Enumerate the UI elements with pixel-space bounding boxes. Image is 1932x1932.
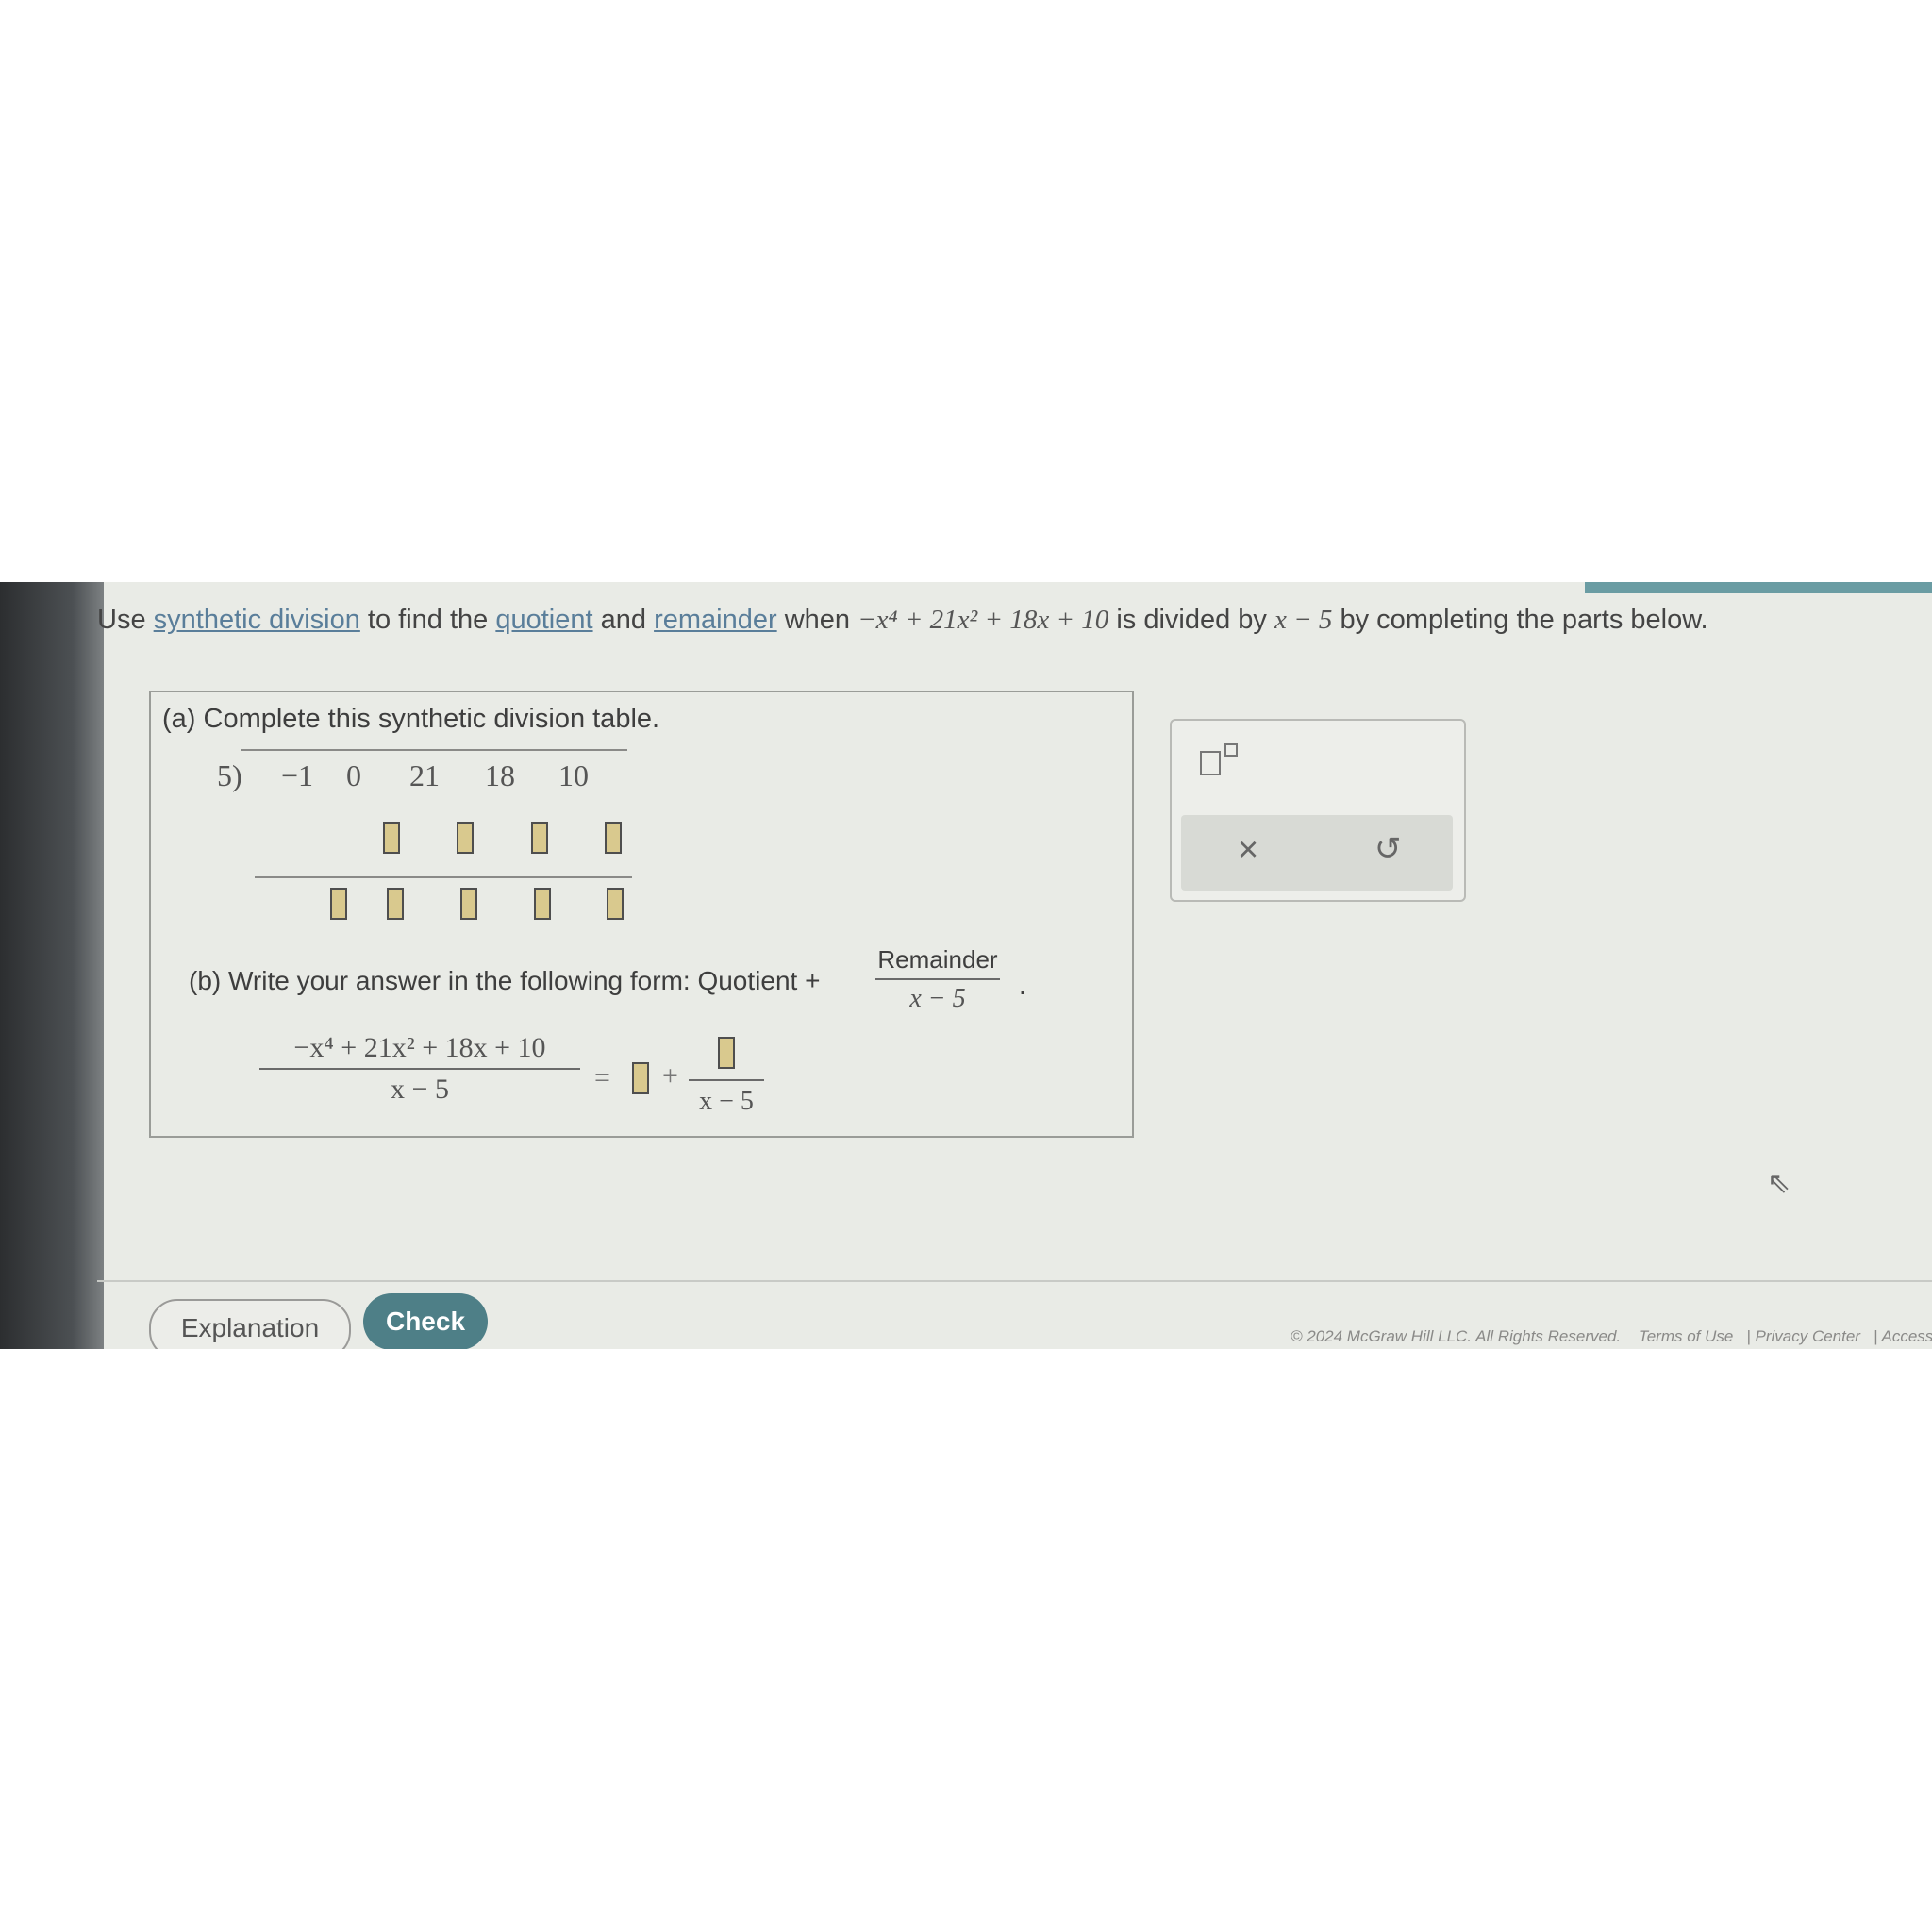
part-a-title: (a) Complete this synthetic division tab… <box>162 704 660 734</box>
question-mid4: is divided by <box>1116 605 1267 635</box>
coefficient-1: −1 <box>280 758 314 792</box>
math-toolbar: × ↺ <box>1170 719 1466 902</box>
equation-numerator: −x⁴ + 21x² + 18x + 10 <box>293 1032 546 1063</box>
question-text: Use synthetic division to find the quoti… <box>97 605 1708 636</box>
privacy-link[interactable]: Privacy Center <box>1755 1327 1859 1345</box>
synthetic-divisor: 5) <box>217 758 242 792</box>
equals-sign: = <box>594 1062 610 1093</box>
synthetic-division-link[interactable]: synthetic division <box>154 605 360 635</box>
result-input-1[interactable] <box>330 888 347 920</box>
form-fraction: Remainder x − 5 <box>875 945 1000 1014</box>
copyright-text: © 2024 McGraw Hill LLC. All Rights Reser… <box>1291 1327 1622 1345</box>
answer-panel: (a) Complete this synthetic division tab… <box>149 691 1134 1138</box>
footer-links: © 2024 McGraw Hill LLC. All Rights Reser… <box>1291 1327 1932 1345</box>
product-input-1[interactable] <box>383 822 400 854</box>
undo-icon[interactable]: ↺ <box>1374 830 1402 868</box>
table-top-line <box>241 749 627 751</box>
remainder-input[interactable] <box>718 1037 735 1069</box>
result-input-3[interactable] <box>460 888 477 920</box>
form-denominator: x − 5 <box>909 984 966 1013</box>
question-mid3: when <box>784 605 851 635</box>
clear-icon[interactable]: × <box>1238 830 1258 871</box>
table-result-line <box>255 876 632 878</box>
remainder-link[interactable]: remainder <box>654 605 777 635</box>
question-mid1: to find the <box>367 605 489 635</box>
polynomial: −x⁴ + 21x² + 18x + 10 <box>858 605 1109 635</box>
question-mid2: and <box>600 605 647 635</box>
form-period: . <box>1019 971 1026 1000</box>
question-prefix: Use <box>97 605 146 635</box>
product-input-2[interactable] <box>457 822 474 854</box>
accessibility-link[interactable]: Access <box>1881 1327 1932 1345</box>
coefficient-5: 10 <box>558 758 589 792</box>
equation-fraction: −x⁴ + 21x² + 18x + 10 x − 5 <box>259 1032 580 1106</box>
terms-link[interactable]: Terms of Use <box>1639 1327 1733 1345</box>
result-input-5[interactable] <box>607 888 624 920</box>
question-sheet: Use synthetic division to find the quoti… <box>8 582 1932 1349</box>
remainder-fraction-bar <box>689 1079 764 1081</box>
form-fraction-bar <box>875 978 1000 980</box>
result-input-4[interactable] <box>534 888 551 920</box>
equation-denominator: x − 5 <box>391 1074 449 1105</box>
explanation-button[interactable]: Explanation <box>149 1299 351 1349</box>
form-numerator: Remainder <box>877 945 998 974</box>
check-button[interactable]: Check <box>363 1293 488 1349</box>
coefficient-2: 0 <box>346 758 361 792</box>
equation-fraction-bar <box>259 1068 580 1070</box>
mouse-cursor-icon: ⇖ <box>1767 1168 1791 1199</box>
question-suffix: by completing the parts below. <box>1340 605 1708 635</box>
toolbar-actions: × ↺ <box>1181 815 1453 891</box>
product-input-3[interactable] <box>531 822 548 854</box>
remainder-fraction: x − 5 <box>689 1037 764 1117</box>
plus-sign: + <box>662 1060 678 1091</box>
quotient-link[interactable]: quotient <box>495 605 592 635</box>
screen: Use synthetic division to find the quoti… <box>0 582 1932 1349</box>
exponent-superscript-icon <box>1224 743 1238 757</box>
quotient-input[interactable] <box>632 1062 649 1094</box>
footer-divider <box>97 1280 1932 1282</box>
divisor-expression: x − 5 <box>1274 605 1333 635</box>
result-input-2[interactable] <box>387 888 404 920</box>
remainder-denominator: x − 5 <box>699 1087 754 1116</box>
product-input-4[interactable] <box>605 822 622 854</box>
exponent-icon[interactable] <box>1200 751 1221 775</box>
coefficient-4: 18 <box>485 758 515 792</box>
part-b-label: (b) Write your answer in the following f… <box>189 966 821 995</box>
coefficient-3: 21 <box>409 758 440 792</box>
